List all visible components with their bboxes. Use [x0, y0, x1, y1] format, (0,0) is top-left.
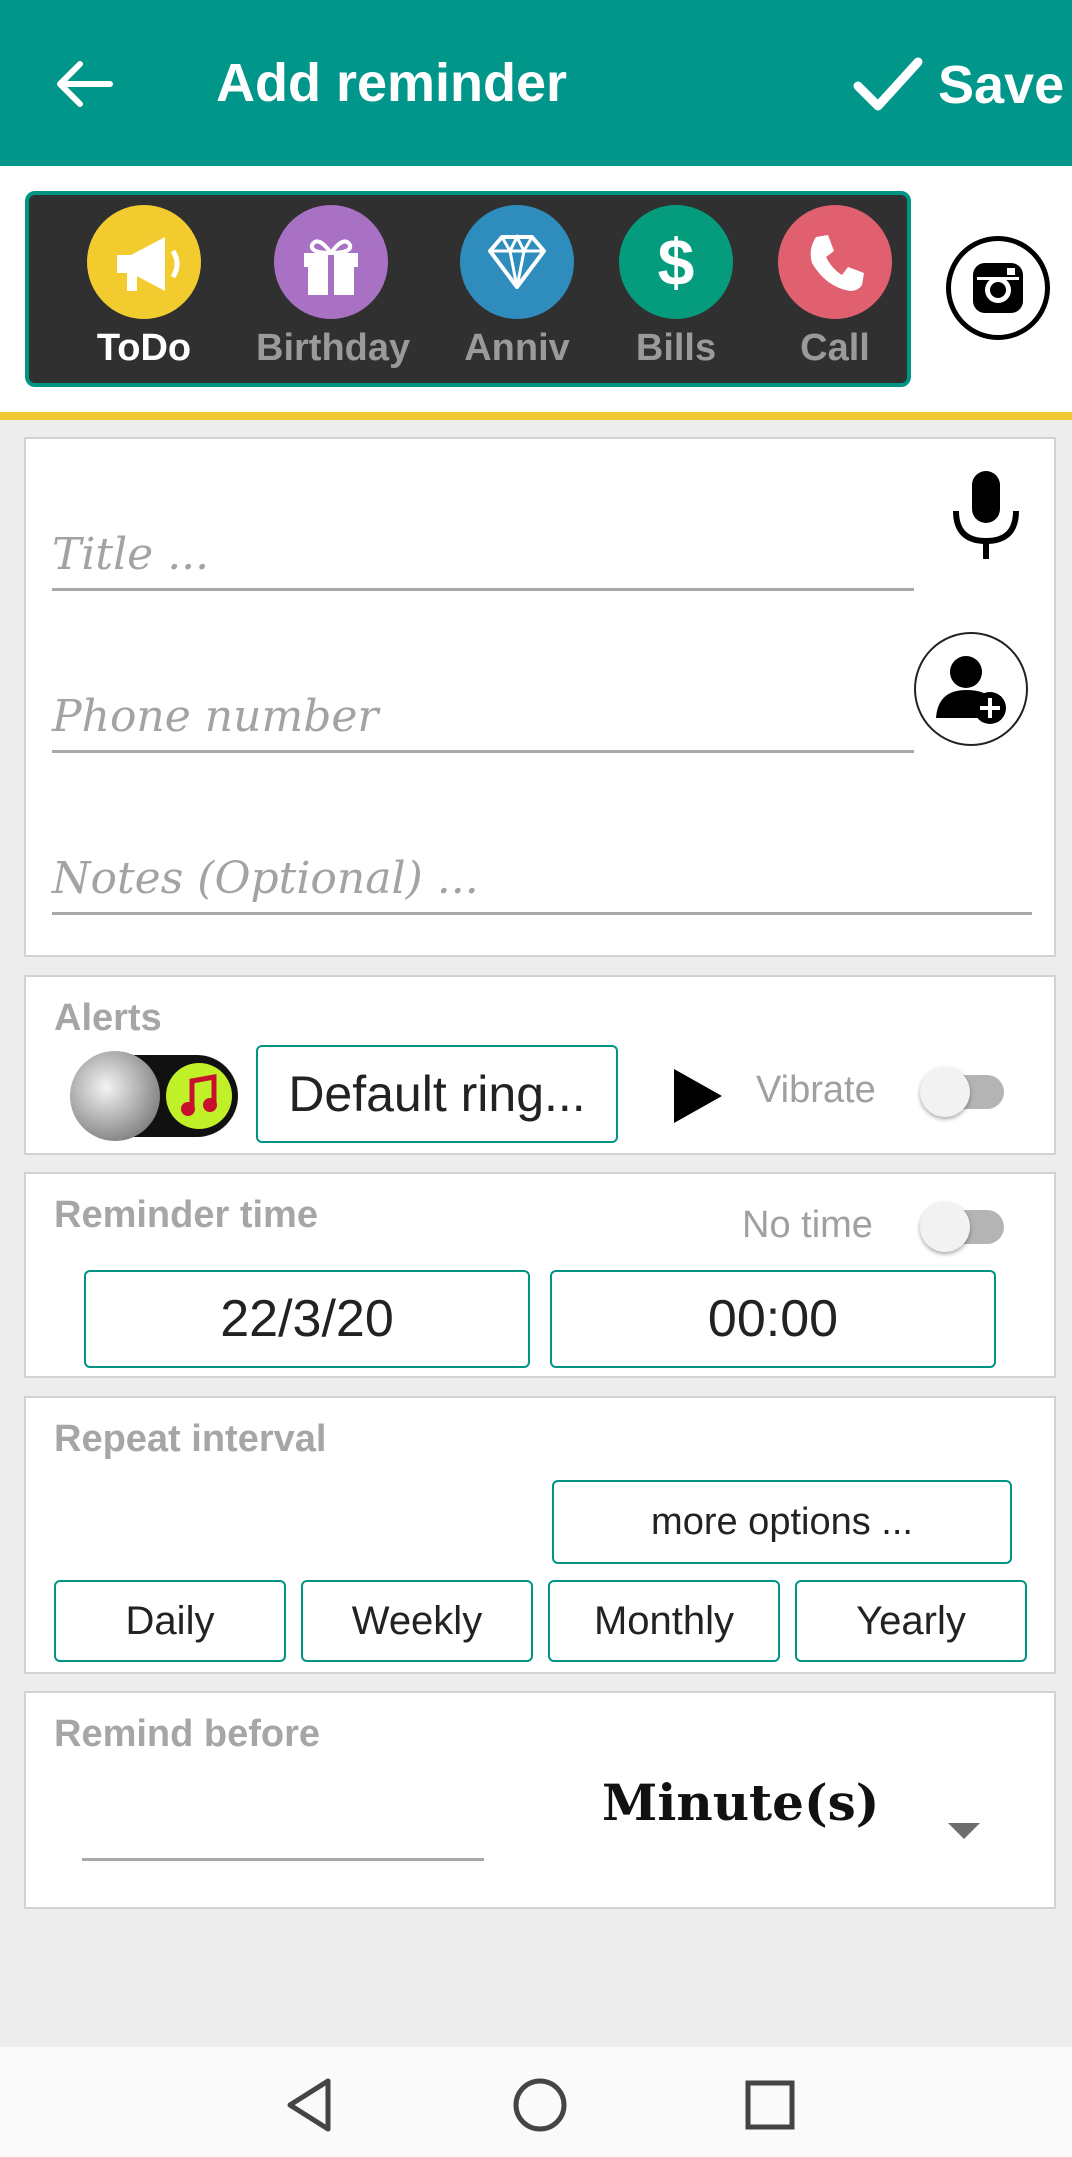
- category-bills[interactable]: $ Bills: [601, 205, 751, 375]
- category-label-birthday: Birthday: [256, 327, 411, 369]
- unit-dropdown[interactable]: Minute(s): [602, 1773, 1042, 1873]
- category-anniv[interactable]: Anniv: [442, 205, 592, 375]
- checkmark-icon: [853, 57, 923, 111]
- back-button[interactable]: [52, 54, 116, 114]
- repeat-daily-button[interactable]: Daily: [54, 1580, 286, 1662]
- system-nav-bar: [0, 2047, 1072, 2157]
- time-field[interactable]: 00:00: [550, 1270, 996, 1368]
- no-time-toggle[interactable]: [920, 1194, 1010, 1254]
- alerts-card: Alerts Default ring... Vibrate: [24, 975, 1056, 1155]
- notes-placeholder: Notes (Optional) ...: [52, 853, 479, 904]
- category-label-bills: Bills: [635, 327, 717, 369]
- ringtone-select[interactable]: Default ring...: [256, 1045, 618, 1143]
- save-label: Save: [938, 55, 1065, 115]
- sound-toggle[interactable]: [70, 1051, 240, 1141]
- remind-before-label: Remind before: [54, 1713, 321, 1755]
- instagram-button[interactable]: [946, 236, 1050, 340]
- add-contact-button[interactable]: [914, 632, 1028, 746]
- toggle-knob: [70, 1051, 160, 1141]
- alerts-label: Alerts: [54, 997, 162, 1039]
- microphone-icon: [953, 471, 1019, 559]
- microphone-button[interactable]: [946, 467, 1026, 567]
- category-label-anniv: Anniv: [464, 327, 570, 369]
- category-label-call: Call: [800, 327, 870, 369]
- phone-field[interactable]: Phone number: [52, 661, 914, 753]
- repeat-interval-label: Repeat interval: [54, 1418, 327, 1460]
- add-contact-icon: [936, 656, 1006, 724]
- remind-before-value-field[interactable]: [82, 1783, 484, 1861]
- play-button[interactable]: [666, 1065, 726, 1127]
- chevron-down-icon: [948, 1823, 980, 1839]
- category-strip: ToDo Birthday Anniv $ Bills Call: [25, 191, 911, 387]
- phone-icon: [778, 205, 892, 319]
- svg-text:$: $: [658, 225, 695, 299]
- category-area: ToDo Birthday Anniv $ Bills Call: [0, 166, 1072, 416]
- remind-before-card: Remind before Minute(s): [24, 1691, 1056, 1909]
- megaphone-icon: [87, 205, 201, 319]
- instagram-icon: [973, 263, 1023, 313]
- page-title: Add reminder: [216, 53, 568, 113]
- input-card: Title ... Phone number Notes (Optional) …: [24, 437, 1056, 957]
- reminder-time-card: Reminder time No time 22/3/20 00:00: [24, 1172, 1056, 1378]
- repeat-monthly-button[interactable]: Monthly: [548, 1580, 780, 1662]
- repeat-yearly-button[interactable]: Yearly: [795, 1580, 1027, 1662]
- square-recents-icon: [745, 2080, 795, 2130]
- play-icon: [674, 1069, 722, 1123]
- reminder-time-label: Reminder time: [54, 1194, 318, 1236]
- music-note-icon: [166, 1063, 232, 1129]
- notes-field[interactable]: Notes (Optional) ...: [52, 823, 1032, 915]
- diamond-icon: [460, 205, 574, 319]
- gift-icon: [274, 205, 388, 319]
- date-field[interactable]: 22/3/20: [84, 1270, 530, 1368]
- repeat-weekly-button[interactable]: Weekly: [301, 1580, 533, 1662]
- title-placeholder: Title ...: [52, 529, 210, 580]
- category-call[interactable]: Call: [760, 205, 910, 375]
- nav-back-button[interactable]: [280, 2075, 340, 2135]
- dollar-icon: $: [619, 205, 733, 319]
- vibrate-label: Vibrate: [756, 1069, 876, 1111]
- category-label-todo: ToDo: [96, 327, 192, 369]
- nav-home-button[interactable]: [510, 2075, 570, 2135]
- more-options-button[interactable]: more options ...: [552, 1480, 1012, 1564]
- arrow-left-icon: [57, 61, 113, 107]
- no-time-label: No time: [742, 1204, 873, 1246]
- vibrate-toggle[interactable]: [920, 1059, 1010, 1119]
- category-divider: [0, 412, 1072, 420]
- triangle-back-icon: [287, 2078, 331, 2132]
- app-bar: Add reminder Save: [0, 0, 1072, 166]
- unit-value: Minute(s): [602, 1773, 880, 1832]
- circle-home-icon: [513, 2078, 567, 2132]
- category-todo[interactable]: ToDo: [69, 205, 219, 375]
- save-button[interactable]: Save: [852, 48, 1065, 120]
- title-field[interactable]: Title ...: [52, 499, 914, 591]
- category-birthday[interactable]: Birthday: [256, 205, 411, 375]
- repeat-interval-card: Repeat interval more options ... Daily W…: [24, 1396, 1056, 1674]
- phone-placeholder: Phone number: [52, 691, 379, 742]
- nav-recents-button[interactable]: [740, 2075, 800, 2135]
